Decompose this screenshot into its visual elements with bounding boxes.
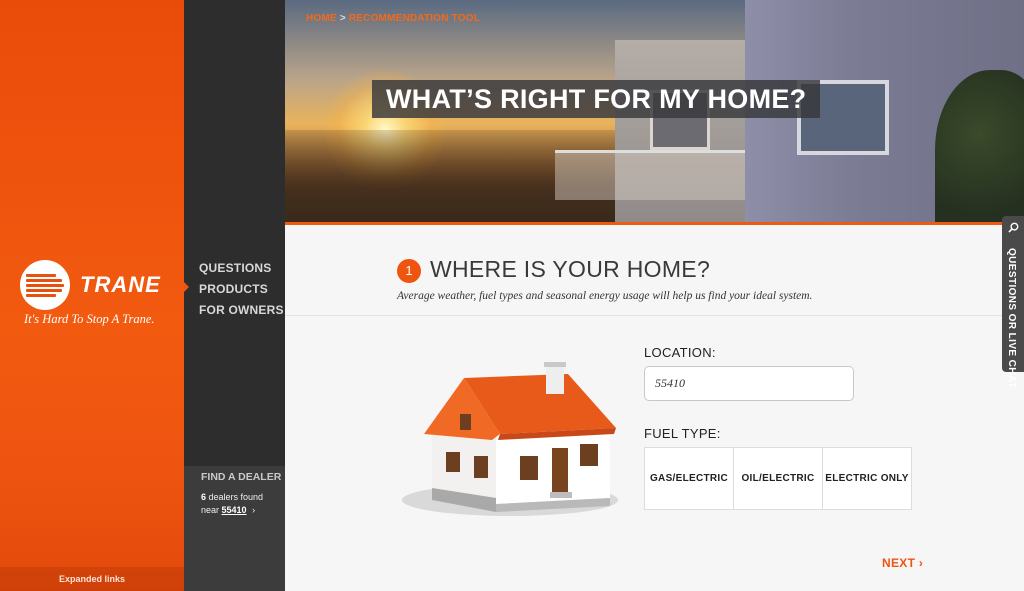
dealer-count-line: 6 dealers found <box>201 492 263 502</box>
page-title: WHAT’S RIGHT FOR MY HOME? <box>372 80 821 118</box>
dealer-count-suffix: dealers found <box>206 492 264 502</box>
step-subtitle: Average weather, fuel types and seasonal… <box>397 290 813 302</box>
hero-divider <box>285 222 1024 225</box>
section-divider <box>285 315 1024 316</box>
breadcrumb-separator: > <box>339 13 346 24</box>
search-icon <box>1008 222 1019 233</box>
nav-pointer-icon <box>184 282 189 292</box>
fuel-option-electric-only[interactable]: ELECTRIC ONLY <box>823 448 911 509</box>
step-number-badge: 1 <box>397 259 421 283</box>
fuel-type-label: FUEL TYPE: <box>644 426 721 441</box>
dealer-chevron-icon: › <box>252 505 256 515</box>
nav-item-for-owners[interactable]: FOR OWNERS <box>199 300 284 321</box>
house-illustration-icon <box>402 362 618 516</box>
expanded-links-toggle[interactable]: Expanded links <box>0 567 184 591</box>
brand-tagline: It's Hard To Stop A Trane. <box>24 312 155 326</box>
location-label: LOCATION: <box>644 345 716 360</box>
find-dealer-panel: FIND A DEALER 6 dealers found near 55410… <box>184 466 285 591</box>
side-tab-label: QUESTIONS OR LIVE CHAT <box>1006 248 1017 389</box>
nav-item-questions[interactable]: QUESTIONS <box>199 258 284 279</box>
location-input[interactable] <box>644 366 854 401</box>
dealer-near-line: near 55410 › <box>201 505 255 515</box>
next-button[interactable]: NEXT › <box>882 556 923 570</box>
questions-live-chat-tab[interactable]: QUESTIONS OR LIVE CHAT <box>1002 216 1024 388</box>
step-title: WHERE IS YOUR HOME? <box>430 256 711 282</box>
fuel-option-oil-electric[interactable]: OIL/ELECTRIC <box>734 448 823 509</box>
breadcrumb-home[interactable]: HOME <box>306 13 337 24</box>
dealer-near-text: near <box>201 505 222 515</box>
house-balcony <box>555 150 755 200</box>
fuel-option-gas-electric[interactable]: GAS/ELECTRIC <box>645 448 734 509</box>
main-nav: QUESTIONS PRODUCTS FOR OWNERS FIND A DEA… <box>184 0 285 591</box>
breadcrumb: HOME > RECOMMENDATION TOOL <box>306 13 480 24</box>
nav-item-products[interactable]: PRODUCTS <box>199 279 284 300</box>
fuel-type-options: GAS/ELECTRIC OIL/ELECTRIC ELECTRIC ONLY <box>644 447 912 510</box>
logo-wordmark: TRANE <box>80 272 161 297</box>
find-dealer-title[interactable]: FIND A DEALER <box>201 471 281 483</box>
dealer-zip-link[interactable]: 55410 <box>222 505 247 515</box>
trane-logo-mark-icon <box>20 260 70 310</box>
brand-panel: TRANE It's Hard To Stop A Trane. Expande… <box>0 0 184 591</box>
trane-logo[interactable]: TRANE <box>20 260 161 310</box>
breadcrumb-current: RECOMMENDATION TOOL <box>348 13 481 24</box>
